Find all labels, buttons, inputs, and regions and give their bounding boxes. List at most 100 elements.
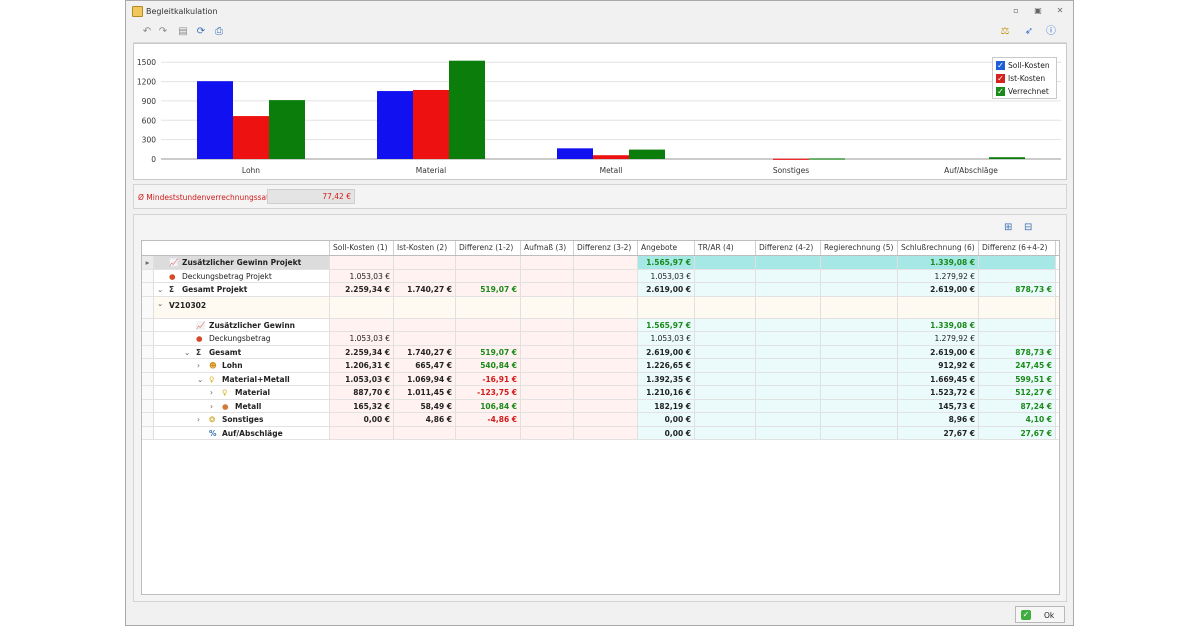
legend-item-ist[interactable]: ✓ Ist-Kosten — [996, 72, 1053, 85]
redo-icon[interactable]: ↷ — [157, 26, 169, 38]
tree-node[interactable]: › ♀ Material — [154, 386, 330, 399]
bar-material-2 — [449, 60, 485, 160]
table-cell — [521, 283, 574, 296]
expand-all-icon[interactable]: ⊞ — [1004, 222, 1012, 233]
checkbox-checked-icon[interactable]: ✓ — [996, 74, 1005, 83]
table-row[interactable]: ● Deckungsbetrag Projekt 1.053,03 € 1.053,0… — [142, 269, 1059, 283]
tree-node[interactable]: › ● Metall — [154, 399, 330, 413]
table-row[interactable]: 📈 Zusätzlicher Gewinn 1.565,97 € 1.339,08 € — [142, 318, 1059, 332]
tree-node[interactable]: ● Deckungsbetrag — [154, 332, 330, 345]
save-icon[interactable]: ▤ — [177, 26, 189, 38]
row-indicator[interactable] — [142, 386, 154, 399]
table-row[interactable]: ⌄ Σ Gesamt Projekt 2.259,34 €1.740,27 €519,… — [142, 283, 1059, 297]
column-header[interactable]: Soll-Kosten (1) — [330, 241, 394, 255]
close-icon[interactable]: ✕ — [1054, 6, 1066, 16]
collapse-all-icon[interactable]: ⊟ — [1024, 222, 1032, 233]
table-row[interactable]: ⌄ V210302 — [142, 296, 1059, 319]
table-row[interactable]: › ● Metall 165,32 €58,49 €106,84 € 182,19 € 1… — [142, 399, 1059, 413]
tree-node[interactable]: % Auf/Abschläge — [154, 426, 330, 439]
expand-chevron-icon[interactable]: › — [210, 386, 213, 399]
minimize-icon[interactable]: ▫ — [1010, 6, 1022, 16]
row-indicator[interactable]: ▸ — [142, 256, 154, 269]
table-cell: 878,73 € — [979, 283, 1056, 296]
row-indicator[interactable] — [142, 345, 154, 358]
column-header[interactable]: Angebote — [638, 241, 695, 255]
table-cell — [638, 296, 695, 318]
table-row[interactable]: ● Deckungsbetrag 1.053,03 € 1.053,03 € 1.279… — [142, 332, 1059, 346]
toolbar: ↶ ↷ ▤ ⟳ ⎙ ⚖ ➶ ⓘ — [133, 23, 1067, 43]
row-indicator[interactable] — [142, 413, 154, 426]
collapse-chevron-icon[interactable]: ⌄ — [184, 346, 190, 359]
tree-node[interactable]: ⌄ ♀ Material+Metall — [154, 372, 330, 386]
sigma-icon: Σ — [196, 347, 202, 357]
table-cell — [821, 372, 898, 385]
collapse-chevron-icon[interactable]: ⌄ — [157, 297, 163, 310]
tree-node[interactable]: ⌄ Σ Gesamt Projekt — [154, 283, 330, 296]
table-row[interactable]: › ☻ Lohn 1.206,31 €665,47 €540,84 € 1.226,65… — [142, 359, 1059, 373]
table-cell: -4,86 € — [456, 413, 521, 426]
collapse-chevron-icon[interactable]: ⌄ — [197, 373, 203, 386]
pin-icon[interactable]: ➶ — [1023, 26, 1035, 38]
row-indicator[interactable] — [142, 359, 154, 372]
tree-node[interactable]: ⌄ V210302 — [154, 296, 330, 318]
checkbox-checked-icon[interactable]: ✓ — [996, 87, 1005, 96]
table-cell — [574, 359, 638, 372]
table-cell: 1.392,35 € — [638, 372, 695, 385]
column-header[interactable]: Differenz (1-2) — [456, 241, 521, 255]
tree-node[interactable]: 📈 Zusätzlicher Gewinn — [154, 318, 330, 331]
collapse-chevron-icon[interactable]: ⌄ — [157, 283, 163, 296]
ok-label: Ok — [1044, 611, 1055, 620]
row-indicator[interactable] — [142, 283, 154, 296]
ok-button[interactable]: ✓ Ok — [1015, 606, 1065, 623]
chart-legend: ✓ Soll-Kosten ✓ Ist-Kosten ✓ Verrechnet — [992, 57, 1057, 99]
column-header[interactable]: Aufmaß (3) — [521, 241, 574, 255]
row-indicator[interactable] — [142, 372, 154, 385]
row-indicator[interactable] — [142, 296, 154, 318]
row-indicator[interactable] — [142, 269, 154, 282]
column-header[interactable]: Differenz (6+4-2) — [979, 241, 1056, 255]
row-label: Zusätzlicher Gewinn — [209, 320, 295, 330]
row-label: Auf/Abschläge — [222, 428, 283, 438]
table-row[interactable]: ▸ 📈 Zusätzlicher Gewinn Projekt 1.565,97 €1… — [142, 256, 1059, 270]
table-row[interactable]: % Auf/Abschläge 0,00 € 27,67 €27,67 € — [142, 426, 1059, 440]
legend-item-verrechnet[interactable]: ✓ Verrechnet — [996, 85, 1053, 98]
restore-icon[interactable]: ▣ — [1032, 6, 1044, 16]
column-header[interactable]: Differenz (4-2) — [756, 241, 821, 255]
row-indicator[interactable] — [142, 426, 154, 439]
undo-icon[interactable]: ↶ — [141, 26, 153, 38]
tree-node[interactable]: 📈 Zusätzlicher Gewinn Projekt — [154, 256, 330, 269]
table-cell: 27,67 € — [979, 426, 1056, 439]
tree-node[interactable]: ⌄ Σ Gesamt — [154, 345, 330, 359]
expand-chevron-icon[interactable]: › — [197, 359, 200, 372]
legend-item-soll[interactable]: ✓ Soll-Kosten — [996, 59, 1053, 72]
table-cell — [456, 426, 521, 439]
checkbox-checked-icon[interactable]: ✓ — [996, 61, 1005, 70]
table-row[interactable]: ⌄ ♀ Material+Metall 1.053,03 €1.069,94 € -16… — [142, 372, 1059, 386]
expand-chevron-icon[interactable]: › — [210, 400, 213, 413]
scale-icon[interactable]: ⚖ — [999, 26, 1011, 38]
row-indicator[interactable] — [142, 318, 154, 331]
row-indicator[interactable] — [142, 399, 154, 412]
table-cell: 2.619,00 € — [898, 283, 979, 296]
table-cell — [574, 269, 638, 282]
tree-node[interactable]: › ❂ Sonstiges — [154, 413, 330, 426]
table-cell — [521, 345, 574, 358]
refresh-icon[interactable]: ⟳ — [195, 26, 207, 38]
expand-chevron-icon[interactable]: › — [197, 413, 200, 426]
print-icon[interactable]: ⎙ — [213, 26, 225, 38]
tree-node[interactable]: ● Deckungsbetrag Projekt — [154, 269, 330, 282]
table-row[interactable]: › ♀ Material 887,70 €1.011,45 € -123,75 € 1.2… — [142, 386, 1059, 400]
header-name[interactable] — [142, 241, 330, 255]
tree-node[interactable]: › ☻ Lohn — [154, 359, 330, 372]
column-header[interactable]: Regierechnung (5) — [821, 241, 898, 255]
table-row[interactable]: ⌄ Σ Gesamt 2.259,34 €1.740,27 €519,07 € 2.61… — [142, 345, 1059, 359]
table-row[interactable]: › ❂ Sonstiges 0,00 €4,86 € -4,86 €0,00 €8,96… — [142, 413, 1059, 427]
column-header[interactable]: Differenz (3-2) — [574, 241, 638, 255]
rate-label: Ø Mindeststundenverrechnungssatz — [138, 193, 274, 202]
table-cell: 1.226,65 € — [638, 359, 695, 372]
column-header[interactable]: Schlußrechnung (6) — [898, 241, 979, 255]
row-indicator[interactable] — [142, 332, 154, 345]
info-icon[interactable]: ⓘ — [1045, 26, 1057, 38]
column-header[interactable]: TR/AR (4) — [695, 241, 756, 255]
column-header[interactable]: Ist-Kosten (2) — [394, 241, 456, 255]
